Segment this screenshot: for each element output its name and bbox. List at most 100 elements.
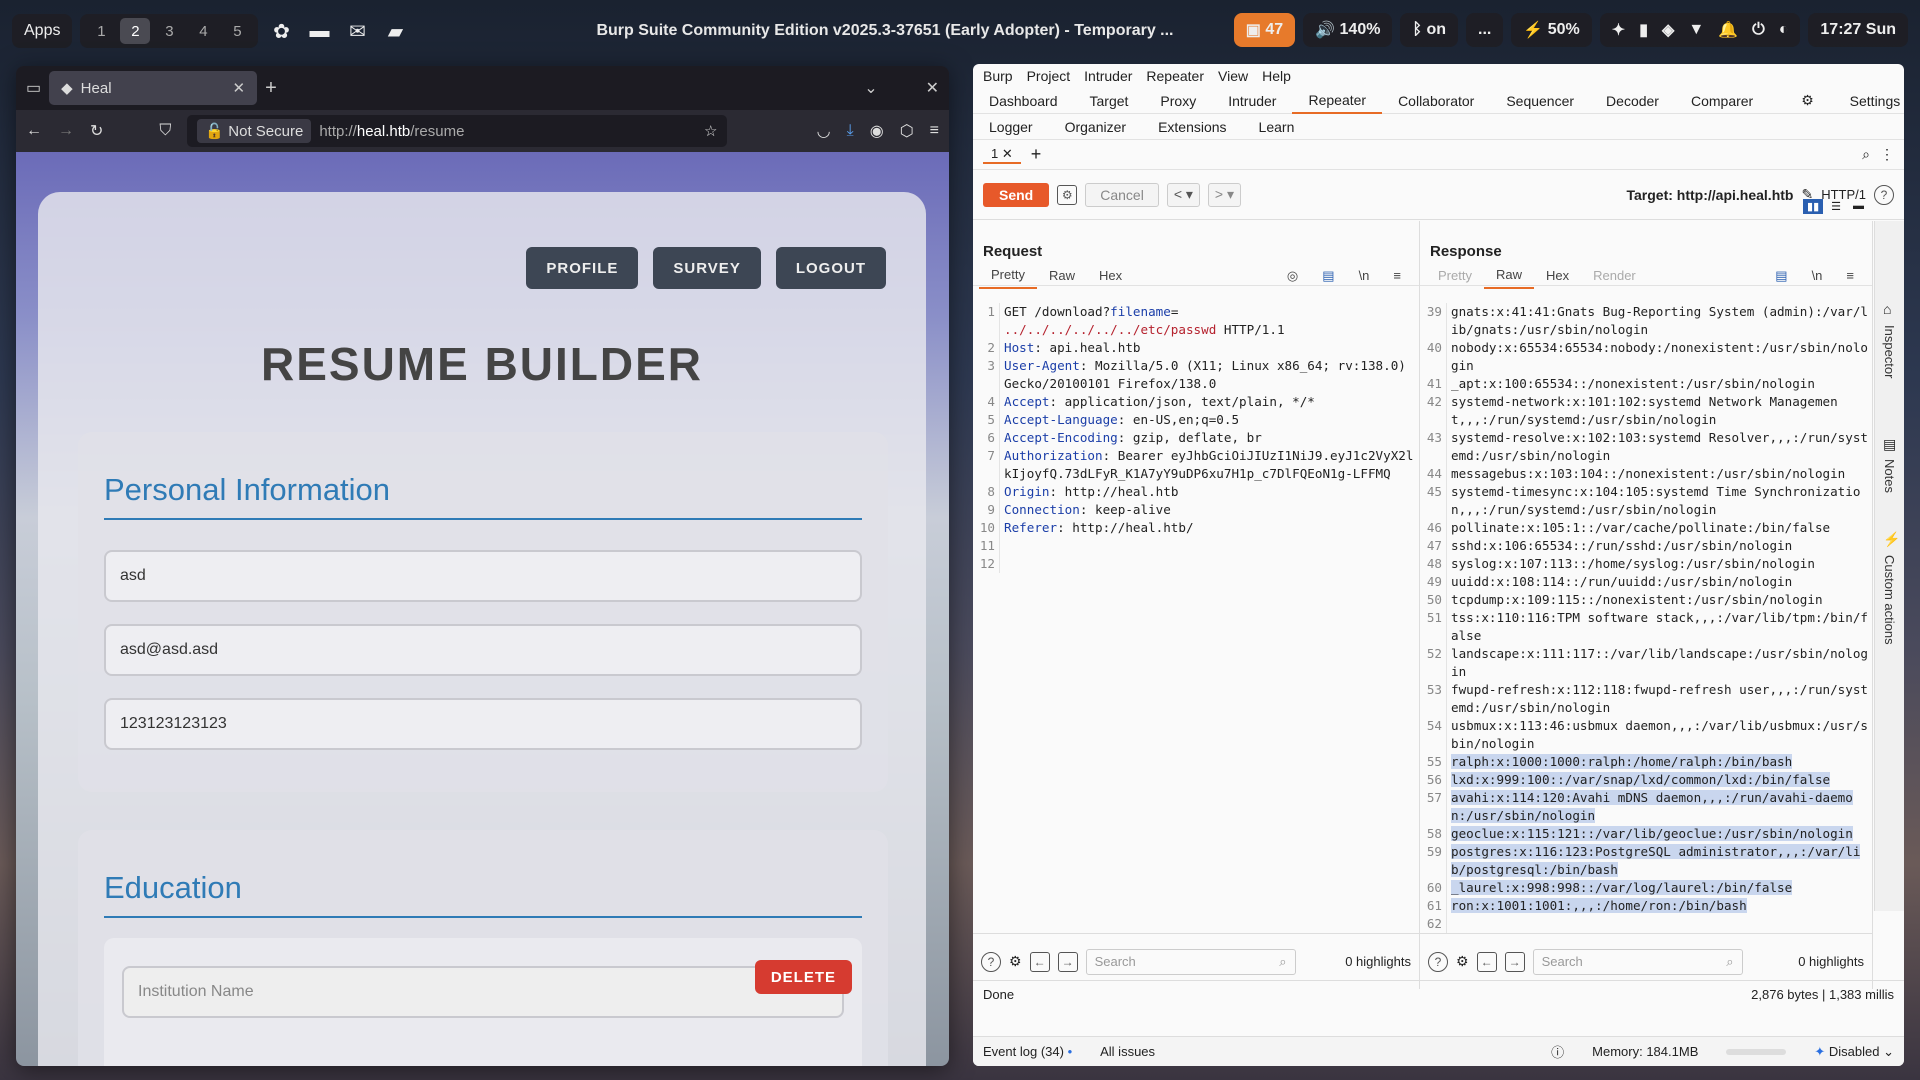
layout-single-icon[interactable]: ▬ [1849,199,1868,214]
menu-icon[interactable]: ≡ [930,122,939,140]
name-field[interactable]: asd [104,550,862,602]
tab-collaborator[interactable]: Collaborator [1382,88,1490,114]
tab-sequencer[interactable]: Sequencer [1490,88,1590,114]
more-button[interactable]: ... [1466,13,1504,47]
shield-icon[interactable]: ⛉ [159,122,171,140]
bookmark-star-icon[interactable]: ☆ [704,122,717,140]
event-log-link[interactable]: Event log (34) • [983,1044,1072,1059]
download-icon[interactable]: ⤓ [847,122,854,140]
folder-icon[interactable]: ▰ [380,16,410,46]
layers-icon[interactable]: ◈ [1662,20,1674,40]
layout-split-icon[interactable]: ▮▮ [1803,199,1824,214]
tab-settings[interactable]: ⚙ Settings [1769,88,1904,114]
inspector-icon[interactable]: ⌂ [1883,301,1891,317]
url-bar[interactable]: 🔓 Not Secure http://heal.htb/resume ☆ [187,115,728,147]
apps-button[interactable]: Apps [12,14,73,48]
workspace-5[interactable]: 5 [222,18,252,44]
wifi-icon[interactable]: ▼ [1688,21,1704,39]
email-field[interactable]: asd@asd.asd [104,624,862,676]
tab-proxy[interactable]: Proxy [1144,88,1212,114]
reload-icon[interactable]: ↻ [90,121,103,141]
request-tab-hex[interactable]: Hex [1087,263,1134,289]
prev-arrow-icon[interactable]: ← [1476,951,1497,972]
profile-button[interactable]: PROFILE [526,247,639,289]
browser-tab-heal[interactable]: ◆ Heal ✕ [49,71,258,105]
tab-target[interactable]: Target [1074,88,1145,114]
help-icon[interactable]: ? [981,951,1001,972]
response-editor[interactable]: 39 gnats:x:41:41:Gnats Bug-Reporting Syst… [1420,303,1872,933]
request-search-input[interactable]: Search ⌕ [1085,948,1296,975]
next-arrow-icon[interactable]: → [1057,951,1078,972]
volume-indicator[interactable]: 🔊 140% [1303,13,1393,47]
institution-input[interactable]: Institution Name [122,966,844,1018]
close-tab-icon[interactable]: ✕ [233,79,246,97]
help-icon[interactable]: ? [1428,951,1448,972]
prev-arrow-icon[interactable]: ← [1029,951,1050,972]
ai-toggle[interactable]: ✦ Disabled ⌄ [1814,1044,1894,1060]
search-icon[interactable]: ⌕ [1862,146,1870,163]
history-forward-button[interactable]: > ▾ [1207,182,1242,207]
inspector-tab[interactable]: Inspector [1882,325,1897,378]
response-tab-render[interactable]: Render [1581,263,1648,289]
custom-actions-tab[interactable]: Custom actions [1882,555,1897,645]
tab-extensions[interactable]: Extensions [1142,119,1242,135]
chart-icon[interactable]: ▮ [1639,20,1648,40]
help-icon[interactable]: ? [1874,184,1894,205]
custom-actions-icon[interactable]: ⚡ [1883,531,1900,548]
openai-icon[interactable]: ✿ [266,16,296,46]
next-arrow-icon[interactable]: → [1504,951,1525,972]
response-search-input[interactable]: Search ⌕ [1532,948,1743,975]
notification-badge[interactable]: ▣ 47 [1233,13,1296,47]
cancel-button[interactable]: Cancel [1085,182,1159,207]
tab-organizer[interactable]: Organizer [1049,119,1142,135]
info-icon[interactable]: ⓘ [1551,1042,1564,1061]
not-secure-badge[interactable]: 🔓 Not Secure [197,119,312,143]
close-icon[interactable]: ✕ [1002,146,1013,161]
request-editor[interactable]: 1 GET /download?filename= ../../../../../.… [973,303,1419,933]
user-icon[interactable]: ◐ [1779,21,1789,39]
bluetooth-indicator[interactable]: ᛒ on [1400,13,1459,47]
layout-stack-icon[interactable]: ☰ [1827,199,1845,214]
phone-field[interactable]: 123123123123 [104,698,862,750]
power-icon[interactable]: ⏻ [1752,21,1765,39]
workspace-3[interactable]: 3 [154,18,184,44]
menu-intruder[interactable]: Intruder [1084,68,1132,84]
tab-intruder[interactable]: Intruder [1212,88,1292,114]
terminal-icon[interactable]: ▬ [304,16,334,46]
pocket-icon[interactable]: ◡ [817,121,831,141]
tab-dashboard[interactable]: Dashboard [973,88,1074,114]
workspace-4[interactable]: 4 [188,18,218,44]
menu-burp[interactable]: Burp [983,68,1013,84]
menu-view[interactable]: View [1218,68,1248,84]
response-tab-hex[interactable]: Hex [1534,263,1581,289]
newline-icon[interactable]: \n [1347,263,1382,289]
account-icon[interactable]: ◉ [870,121,884,141]
gear-icon[interactable]: ⚙ [1009,953,1022,970]
tab-list-chevron-icon[interactable]: ⌄ [864,78,877,98]
newline-icon[interactable]: \n [1800,263,1835,289]
logout-button[interactable]: LOGOUT [775,247,886,289]
back-icon[interactable]: ← [26,122,42,140]
history-back-button[interactable]: < ▾ [1166,182,1200,207]
menu-project[interactable]: Project [1027,68,1071,84]
gear-icon[interactable]: ⚙ [1456,953,1469,970]
send-button[interactable]: Send [983,182,1050,207]
repeater-tab-1[interactable]: 1 ✕ [983,146,1021,164]
request-tab-pretty[interactable]: Pretty [979,263,1037,289]
tab-decoder[interactable]: Decoder [1590,88,1675,114]
tab-comparer[interactable]: Comparer [1675,88,1769,114]
options-menu-icon[interactable]: ≡ [1381,263,1413,289]
menu-repeater[interactable]: Repeater [1146,68,1204,84]
tab-learn[interactable]: Learn [1243,119,1311,135]
tab-overview-icon[interactable]: ▭ [26,78,41,98]
response-tab-pretty[interactable]: Pretty [1426,263,1484,289]
delete-button[interactable]: DELETE [754,960,852,994]
wrap-icon[interactable]: ▤ [1763,263,1799,289]
clock[interactable]: 17:27 Sun [1808,13,1908,47]
request-tab-raw[interactable]: Raw [1037,263,1087,289]
wrap-icon[interactable]: ▤ [1310,263,1346,289]
survey-button[interactable]: SURVEY [653,247,761,289]
forward-icon[interactable]: → [58,122,74,140]
mail-icon[interactable]: ✉ [342,16,372,46]
settings-gear-icon[interactable]: ⚙ [1057,184,1078,205]
